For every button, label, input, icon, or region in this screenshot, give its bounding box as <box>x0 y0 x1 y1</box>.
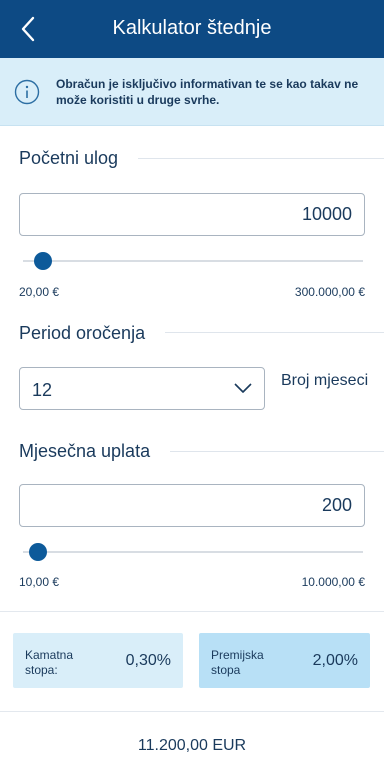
monthly-payment-min: 10,00 € <box>19 575 60 589</box>
term-select[interactable]: 12 <box>19 367 265 410</box>
interest-rate-value: 0,30% <box>125 652 171 669</box>
interest-rate-box: Kamatna stopa: 0,30% <box>13 633 183 688</box>
slider-track <box>23 551 363 553</box>
slider-track <box>23 260 363 262</box>
monthly-payment-input[interactable] <box>19 484 365 527</box>
initial-deposit-label: Početni ulog <box>19 148 139 169</box>
term-unit-note: Broj mjeseci <box>281 372 369 389</box>
initial-deposit-input[interactable] <box>19 193 365 236</box>
slider-thumb[interactable] <box>29 543 47 561</box>
slider-thumb[interactable] <box>34 252 52 270</box>
term-selected-value: 12 <box>32 380 53 400</box>
premium-rate-label: Premijska stopa <box>211 648 264 677</box>
initial-deposit-min: 20,00 € <box>19 285 60 299</box>
premium-rate-box: Premijska stopa 2,00% <box>199 633 370 688</box>
section-divider <box>0 611 384 612</box>
total-amount: 11.200,00 EUR <box>137 737 247 754</box>
monthly-payment-max: 10.000,00 € <box>301 575 365 589</box>
initial-deposit-slider[interactable] <box>23 251 363 271</box>
interest-rate-label: Kamatna stopa: <box>25 648 74 677</box>
monthly-payment-slider[interactable] <box>23 542 363 562</box>
info-banner: Obračun je isključivo informativan te se… <box>0 58 384 126</box>
info-text: Obračun je isključivo informativan te se… <box>56 77 359 107</box>
page-title: Kalkulator štednje <box>112 17 272 39</box>
monthly-payment-label: Mjesečna uplata <box>19 441 171 462</box>
term-label: Period oročenja <box>19 323 166 344</box>
app-header: Kalkulator štednje <box>0 0 384 58</box>
chevron-down-icon <box>234 383 252 393</box>
premium-rate-value: 2,00% <box>312 652 358 669</box>
initial-deposit-max: 300.000,00 € <box>294 285 365 299</box>
info-circle-icon <box>14 79 40 105</box>
section-divider <box>0 711 384 712</box>
